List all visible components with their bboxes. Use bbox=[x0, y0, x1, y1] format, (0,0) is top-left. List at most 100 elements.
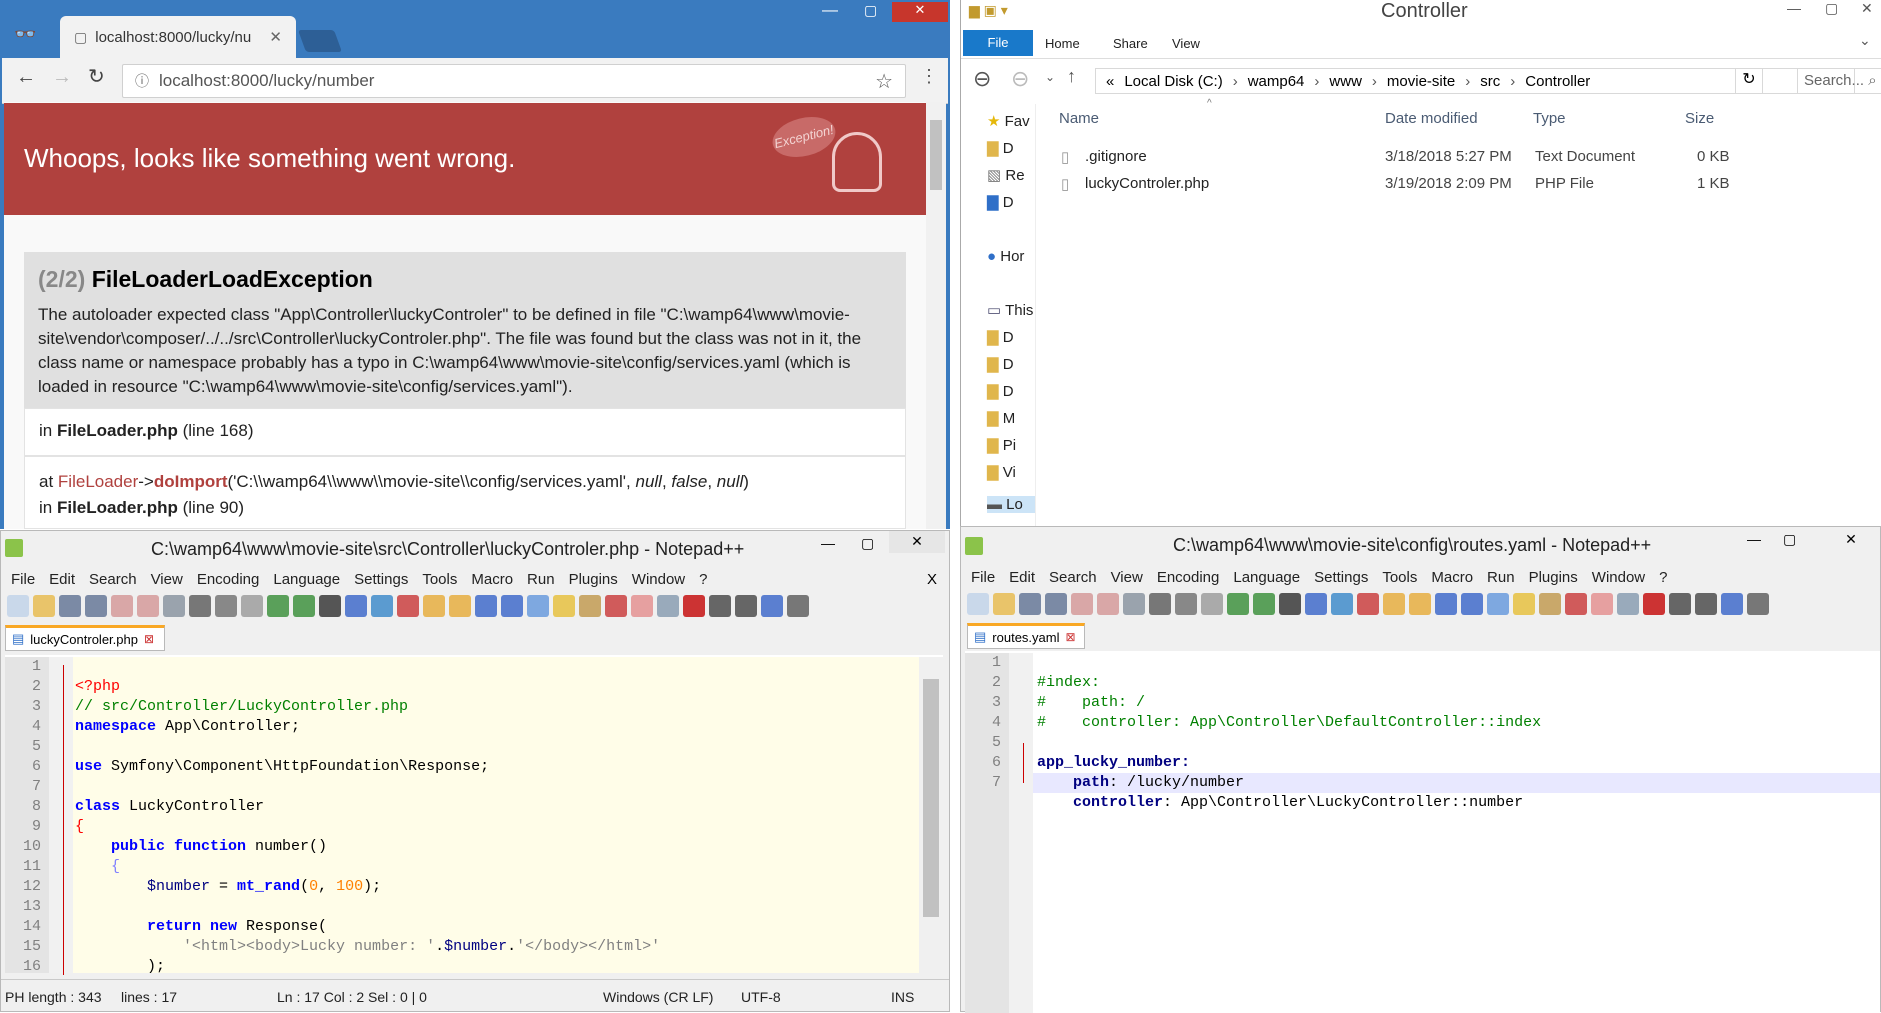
column-name[interactable]: Name bbox=[1059, 110, 1099, 127]
close-tab-icon[interactable]: ⊠ bbox=[144, 632, 154, 646]
column-type[interactable]: Type bbox=[1533, 110, 1566, 127]
ribbon-tab-home[interactable]: Home bbox=[1045, 36, 1080, 51]
cut-icon[interactable] bbox=[189, 595, 211, 617]
menu-macro[interactable]: Macro bbox=[471, 571, 513, 588]
new-tab-button[interactable] bbox=[297, 30, 343, 52]
zoom-out-icon[interactable] bbox=[397, 595, 419, 617]
open-file-icon[interactable] bbox=[33, 595, 55, 617]
monitoring-icon[interactable] bbox=[657, 595, 679, 617]
new-file-icon[interactable] bbox=[7, 595, 29, 617]
close-file-icon[interactable] bbox=[111, 595, 133, 617]
close-window-button[interactable]: ✕ bbox=[892, 2, 948, 22]
show-all-chars-icon[interactable] bbox=[501, 595, 523, 617]
record-macro-icon[interactable] bbox=[1643, 593, 1665, 615]
close-document-icon[interactable]: X bbox=[927, 571, 937, 588]
doc-map-icon[interactable] bbox=[1539, 593, 1561, 615]
folder-workspace-icon[interactable] bbox=[631, 595, 653, 617]
menu-settings[interactable]: Settings bbox=[1314, 569, 1368, 586]
copy-icon[interactable] bbox=[215, 595, 237, 617]
close-icon[interactable]: ✕ bbox=[1861, 0, 1873, 17]
sync-v-icon[interactable] bbox=[423, 595, 445, 617]
refresh-icon[interactable]: ↻ bbox=[1735, 68, 1763, 94]
menu-tools[interactable]: Tools bbox=[422, 571, 457, 588]
function-list-icon[interactable] bbox=[1565, 593, 1587, 615]
bookmark-star-icon[interactable]: ☆ bbox=[875, 69, 893, 94]
back-icon[interactable]: ← bbox=[16, 66, 36, 89]
paste-icon[interactable] bbox=[241, 595, 263, 617]
menu-search[interactable]: Search bbox=[89, 571, 137, 588]
save-all-icon[interactable] bbox=[1045, 593, 1067, 615]
zoom-in-icon[interactable] bbox=[371, 595, 393, 617]
menu-file[interactable]: File bbox=[11, 571, 35, 588]
copy-icon[interactable] bbox=[1175, 593, 1197, 615]
maximize-icon[interactable]: ▢ bbox=[1783, 531, 1796, 548]
redo-icon[interactable] bbox=[1253, 593, 1275, 615]
browser-tab[interactable]: ▢ localhost:8000/lucky/nu ✕ bbox=[60, 16, 296, 58]
undo-icon[interactable] bbox=[1227, 593, 1249, 615]
close-file-icon[interactable] bbox=[1071, 593, 1093, 615]
expand-ribbon-icon[interactable]: ⌄ bbox=[1859, 32, 1871, 49]
undo-icon[interactable] bbox=[267, 595, 289, 617]
menu-search[interactable]: Search bbox=[1049, 569, 1097, 586]
reload-icon[interactable]: ↻ bbox=[88, 64, 105, 89]
replace-icon[interactable] bbox=[345, 595, 367, 617]
fold-margin[interactable] bbox=[49, 657, 73, 973]
menu-view[interactable]: View bbox=[1111, 569, 1143, 586]
code-view[interactable]: #index: # path: / # controller: App\Contro… bbox=[1037, 653, 1877, 853]
nav-item-local-disk[interactable]: ▬ Lo bbox=[987, 496, 1035, 513]
wrap-icon[interactable] bbox=[475, 595, 497, 617]
scroll-thumb[interactable] bbox=[923, 679, 939, 917]
udl-icon[interactable] bbox=[553, 595, 575, 617]
minimize-icon[interactable]: — bbox=[822, 2, 838, 20]
find-icon[interactable] bbox=[1279, 593, 1301, 615]
udl-icon[interactable] bbox=[1513, 593, 1535, 615]
menu-encoding[interactable]: Encoding bbox=[197, 571, 260, 588]
menu-edit[interactable]: Edit bbox=[49, 571, 75, 588]
save-all-icon[interactable] bbox=[85, 595, 107, 617]
menu-run[interactable]: Run bbox=[1487, 569, 1515, 586]
cut-icon[interactable] bbox=[1149, 593, 1171, 615]
column-date[interactable]: Date modified bbox=[1385, 110, 1478, 127]
indent-guide-icon[interactable] bbox=[1487, 593, 1509, 615]
run-macro-multiple-icon[interactable] bbox=[1721, 593, 1743, 615]
menu-settings[interactable]: Settings bbox=[354, 571, 408, 588]
menu-tools[interactable]: Tools bbox=[1382, 569, 1417, 586]
menu-file[interactable]: File bbox=[971, 569, 995, 586]
maximize-icon[interactable]: ▢ bbox=[864, 2, 877, 19]
sync-h-icon[interactable] bbox=[1409, 593, 1431, 615]
column-size[interactable]: Size bbox=[1685, 110, 1714, 127]
run-macro-multiple-icon[interactable] bbox=[761, 595, 783, 617]
menu-edit[interactable]: Edit bbox=[1009, 569, 1035, 586]
scroll-thumb[interactable] bbox=[930, 120, 942, 190]
stop-macro-icon[interactable] bbox=[1669, 593, 1691, 615]
up-icon[interactable]: ↑ bbox=[1067, 66, 1076, 87]
fold-margin[interactable] bbox=[1009, 653, 1033, 1013]
menu-help[interactable]: ? bbox=[1659, 569, 1667, 586]
code-view[interactable]: <?php // src/Controller/LuckyController.p… bbox=[75, 657, 915, 973]
minimize-icon[interactable]: — bbox=[1787, 0, 1801, 16]
menu-encoding[interactable]: Encoding bbox=[1157, 569, 1220, 586]
ribbon-tab-file[interactable]: File bbox=[963, 30, 1033, 56]
menu-macro[interactable]: Macro bbox=[1431, 569, 1473, 586]
function-list-icon[interactable] bbox=[605, 595, 627, 617]
back-icon[interactable]: ⊖ bbox=[973, 66, 991, 92]
editor-scrollbar[interactable] bbox=[919, 657, 943, 973]
file-row[interactable]: ▯ luckyControler.php 3/19/2018 2:09 PM P… bbox=[1061, 175, 1821, 199]
forward-icon[interactable]: ⊖ bbox=[1011, 66, 1029, 92]
monitoring-icon[interactable] bbox=[1617, 593, 1639, 615]
menu-help[interactable]: ? bbox=[699, 571, 707, 588]
redo-icon[interactable] bbox=[293, 595, 315, 617]
close-window-button[interactable]: ✕ bbox=[889, 531, 945, 553]
folder-workspace-icon[interactable] bbox=[1591, 593, 1613, 615]
maximize-icon[interactable]: ▢ bbox=[1825, 0, 1838, 17]
play-macro-icon[interactable] bbox=[1695, 593, 1717, 615]
menu-icon[interactable]: ⋮ bbox=[920, 66, 938, 87]
wrap-icon[interactable] bbox=[1435, 593, 1457, 615]
menu-window[interactable]: Window bbox=[632, 571, 685, 588]
indent-guide-icon[interactable] bbox=[527, 595, 549, 617]
search-box[interactable]: Search... ⌕ bbox=[1797, 68, 1881, 94]
close-window-button[interactable]: ✕ bbox=[1823, 529, 1879, 551]
print-icon[interactable] bbox=[163, 595, 185, 617]
doc-map-icon[interactable] bbox=[579, 595, 601, 617]
print-icon[interactable] bbox=[1123, 593, 1145, 615]
